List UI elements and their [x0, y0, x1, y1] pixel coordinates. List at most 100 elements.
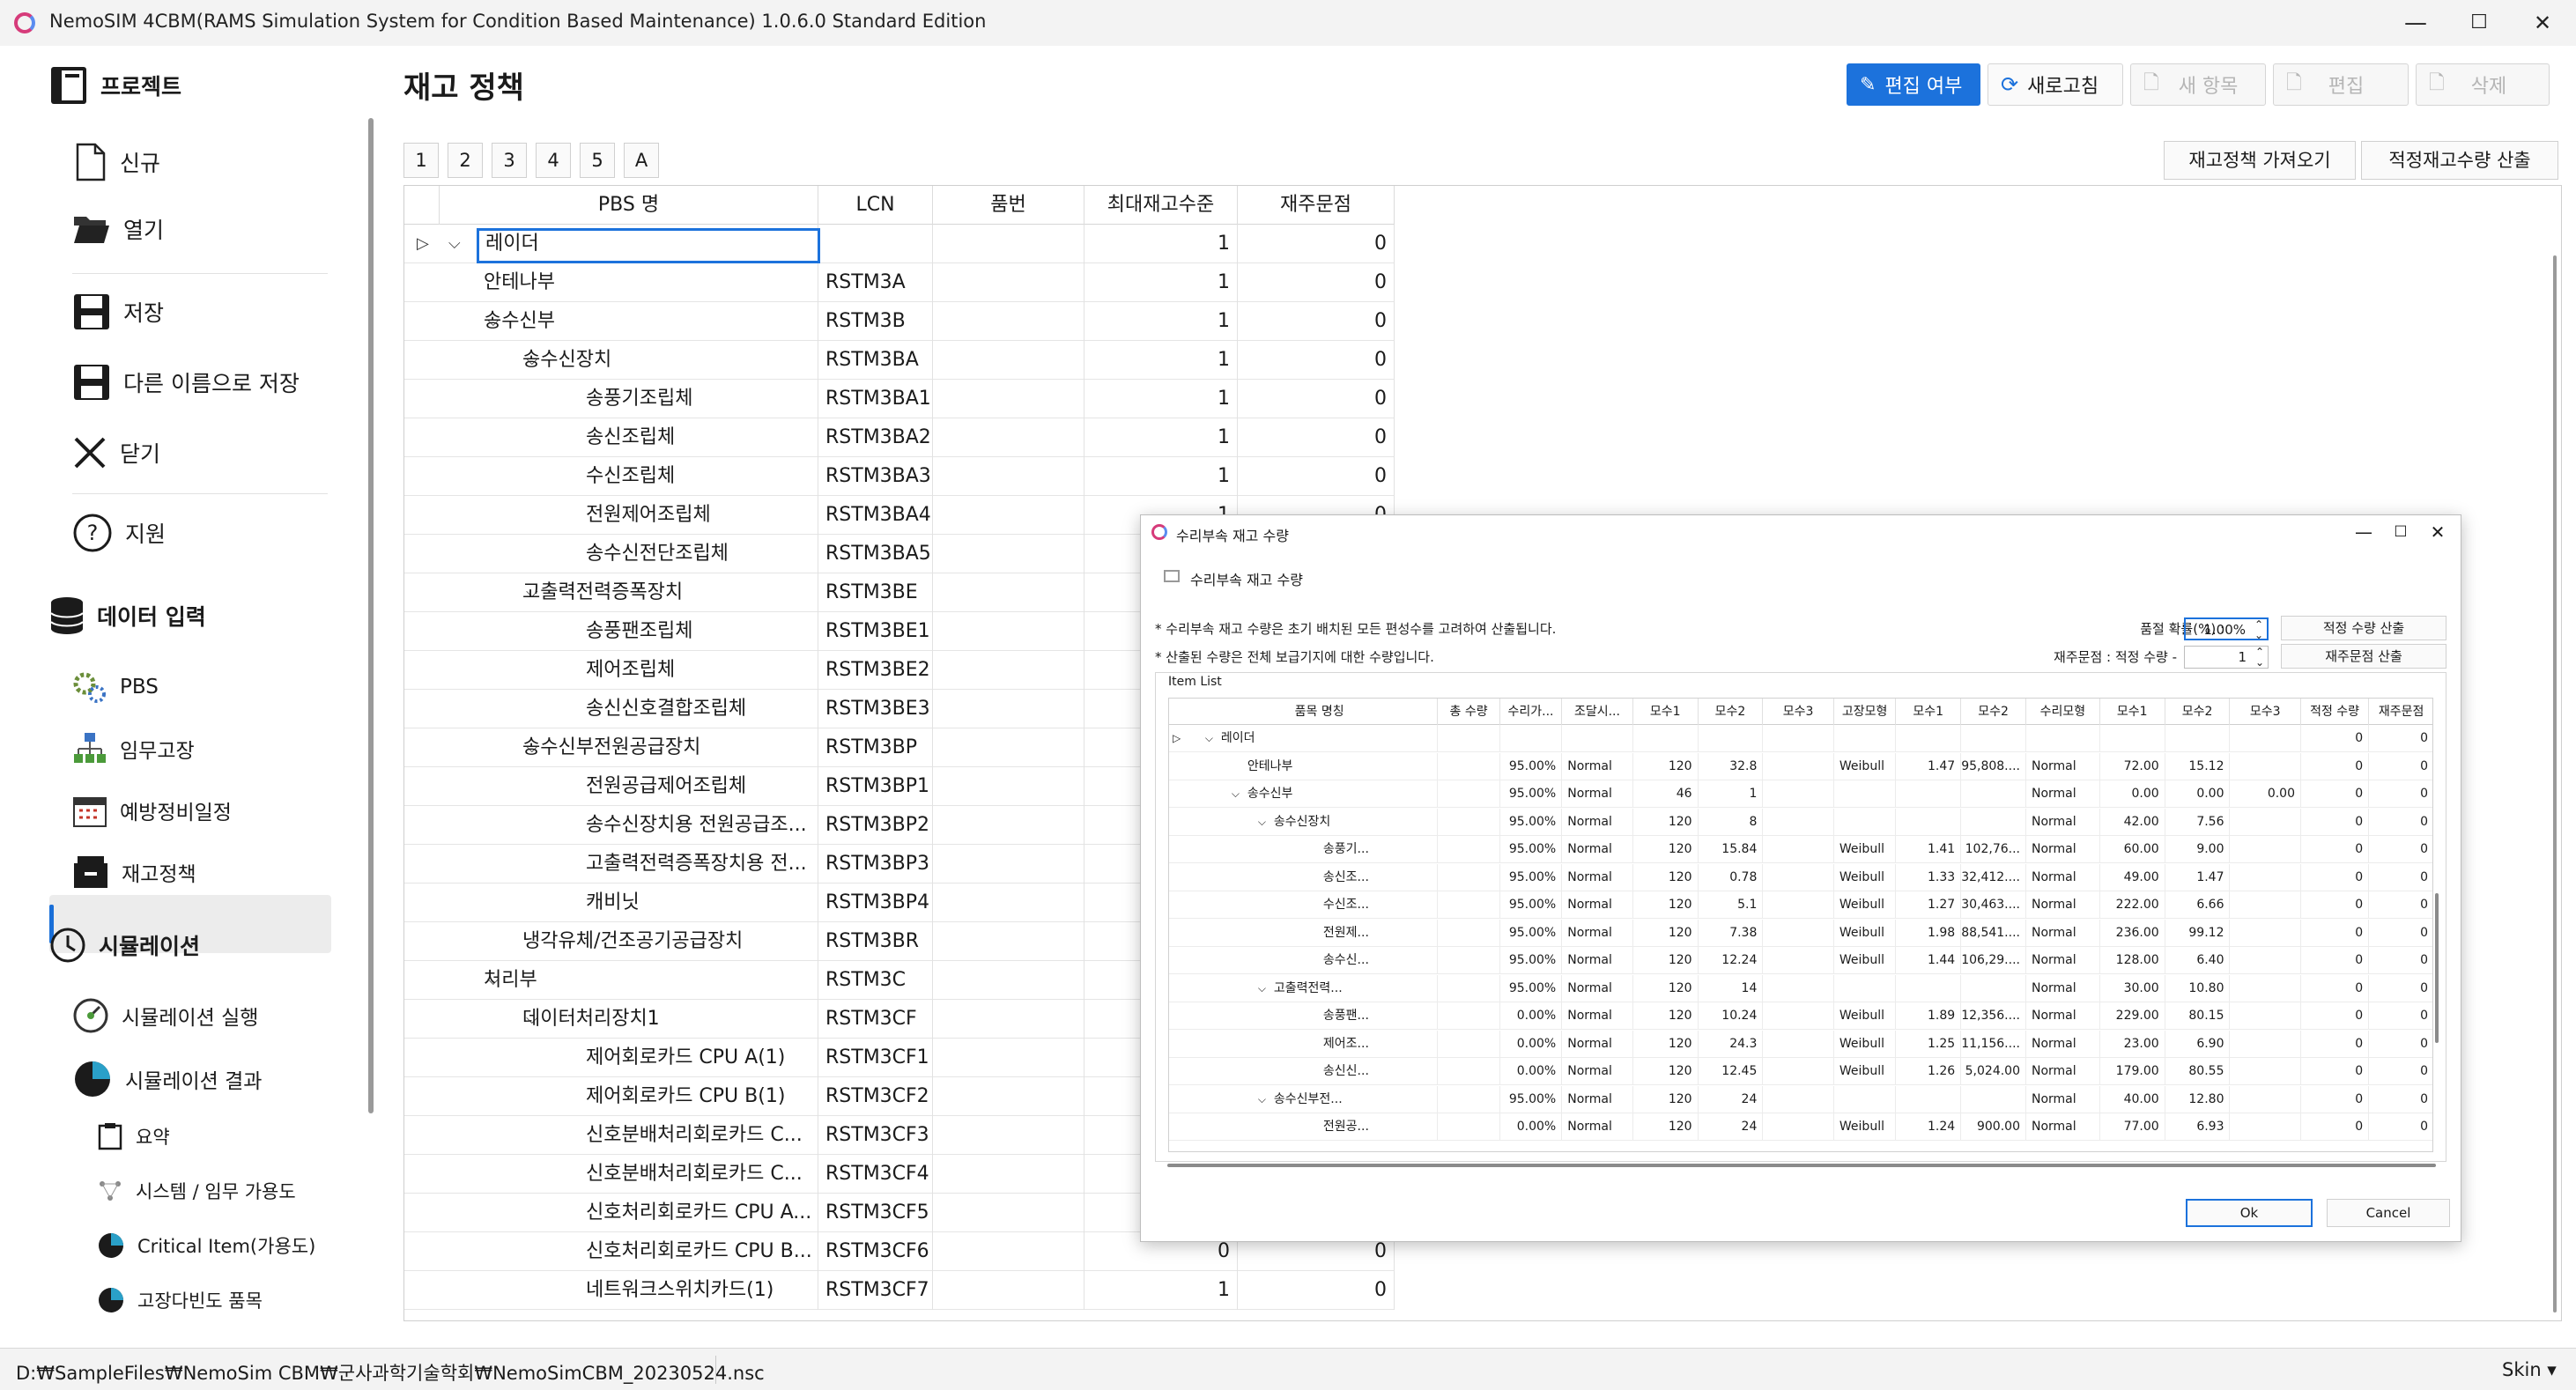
item-cell[interactable]: [1834, 780, 1897, 808]
cell-pbs-name[interactable]: 신호분배처리회로카드 C...: [440, 1155, 818, 1194]
item-cell[interactable]: [1763, 1030, 1834, 1058]
item-cell[interactable]: 0: [2369, 725, 2432, 752]
cell-lcn[interactable]: RSTM3CF3: [818, 1116, 933, 1155]
item-cell[interactable]: 0: [2369, 836, 2432, 863]
item-cell[interactable]: 95.00%: [1500, 891, 1563, 919]
minimize-button[interactable]: —: [2389, 4, 2442, 42]
item-cell[interactable]: Normal: [2026, 891, 2100, 919]
item-cell[interactable]: [1763, 863, 1834, 891]
item-cell[interactable]: [1699, 725, 1764, 752]
item-cell[interactable]: 0: [2301, 836, 2370, 863]
item-cell[interactable]: [1438, 1030, 1500, 1058]
item-cell[interactable]: 0: [2369, 1113, 2432, 1141]
item-cell[interactable]: 1.27: [1896, 891, 1962, 919]
item-cell[interactable]: Normal: [1562, 780, 1633, 808]
new-item-button[interactable]: 🗋 새 항목: [2130, 63, 2266, 106]
grid-scrollbar[interactable]: [2553, 255, 2557, 1312]
item-column-header[interactable]: 고장모형: [1834, 699, 1897, 725]
item-cell[interactable]: [1896, 780, 1962, 808]
column-header-pbs[interactable]: PBS 명: [440, 186, 818, 225]
item-row[interactable]: 송풍팬... 0.00% Normal 120 10.24 Weibull 1.89 12,3…: [1169, 1002, 2432, 1030]
item-column-header[interactable]: 모수1: [2100, 699, 2165, 725]
item-cell[interactable]: 1.26: [1896, 1058, 1962, 1085]
item-cell[interactable]: 0.00: [2100, 780, 2165, 808]
item-row[interactable]: 수신조... 95.00% Normal 120 5.1 Weibull 1.27 30,46…: [1169, 891, 2432, 919]
item-row[interactable]: 안테나부 95.00% Normal 120 32.8 Weibull 1.47 95,808…: [1169, 752, 2432, 780]
item-cell[interactable]: 0: [2301, 1030, 2370, 1058]
cell-lcn[interactable]: RSTM3C: [818, 961, 933, 1000]
item-column-header[interactable]: 모수2: [2165, 699, 2231, 725]
cell-lcn[interactable]: RSTM3BP4: [818, 884, 933, 922]
cell-lcn[interactable]: RSTM3BA3: [818, 457, 933, 496]
item-cell[interactable]: 95.00%: [1500, 919, 1563, 947]
cell-lcn[interactable]: RSTM3BP2: [818, 806, 933, 845]
cell-pbs-name[interactable]: 송수신전단조립체: [440, 535, 818, 573]
tab-1[interactable]: 1: [403, 143, 439, 178]
cell-lcn[interactable]: RSTM3CF1: [818, 1039, 933, 1077]
item-row[interactable]: 전원공... 0.00% Normal 120 24 Weibull 1.24 900.00 N…: [1169, 1113, 2432, 1141]
cell-lcn[interactable]: RSTM3BE: [818, 573, 933, 612]
cell-reorder[interactable]: 0: [1238, 457, 1395, 496]
item-cell[interactable]: [1438, 1002, 1500, 1030]
table-row[interactable]: 안테나부 RSTM3A 1 0: [404, 263, 1395, 302]
item-cell[interactable]: 179.00: [2100, 1058, 2165, 1085]
item-cell[interactable]: Normal: [1562, 891, 1633, 919]
item-cell[interactable]: 1.98: [1896, 919, 1962, 947]
cell-pbs-name[interactable]: 신호처리회로카드 CPU B...: [440, 1232, 818, 1271]
item-cell[interactable]: 120: [1633, 974, 1699, 1002]
item-cell[interactable]: [1438, 919, 1500, 947]
cell-lcn[interactable]: RSTM3BA: [818, 341, 933, 380]
cell-pn[interactable]: [933, 884, 1084, 922]
cell-pn[interactable]: [933, 612, 1084, 651]
cell-pn[interactable]: [933, 341, 1084, 380]
item-cell[interactable]: [1834, 1085, 1897, 1113]
cell-lcn[interactable]: RSTM3BE3: [818, 690, 933, 728]
column-header-pn[interactable]: 품번: [933, 186, 1084, 225]
item-row[interactable]: 송수신... 95.00% Normal 120 12.24 Weibull 1.44 106…: [1169, 947, 2432, 974]
item-cell[interactable]: [1763, 974, 1834, 1002]
sidebar-item-mission[interactable]: 임무고장: [72, 731, 195, 766]
cell-pn[interactable]: [933, 1232, 1084, 1271]
item-cell[interactable]: 77.00: [2100, 1113, 2165, 1141]
item-cell[interactable]: [1763, 808, 1834, 836]
item-cell[interactable]: Normal: [2026, 863, 2100, 891]
item-cell[interactable]: 8: [1699, 808, 1764, 836]
item-cell[interactable]: 95.00%: [1500, 808, 1563, 836]
item-cell[interactable]: [1834, 808, 1897, 836]
item-cell[interactable]: [1633, 725, 1699, 752]
item-cell[interactable]: 1.33: [1896, 863, 1962, 891]
cell-pn[interactable]: [933, 1116, 1084, 1155]
item-cell[interactable]: [1763, 919, 1834, 947]
item-name-cell[interactable]: 전원공...: [1202, 1113, 1439, 1141]
cell-max-stock[interactable]: 1: [1084, 341, 1238, 380]
item-cell[interactable]: 14: [1699, 974, 1764, 1002]
sidebar-item-sim-result[interactable]: 시뮬레이션 결과: [72, 1059, 262, 1099]
item-cell[interactable]: Normal: [1562, 1085, 1633, 1113]
item-cell[interactable]: [2230, 863, 2301, 891]
item-cell[interactable]: [1438, 725, 1500, 752]
tab-3[interactable]: 3: [492, 143, 527, 178]
item-cell[interactable]: 1: [1699, 780, 1764, 808]
item-row[interactable]: ▷ ⌵ 레이더 0 0: [1169, 725, 2432, 752]
item-cell[interactable]: 6.93: [2165, 1113, 2231, 1141]
item-cell[interactable]: 5,024.00: [1961, 1058, 2026, 1085]
cell-pbs-name[interactable]: ⌵ 송수신부: [440, 302, 818, 341]
item-cell[interactable]: [1562, 725, 1633, 752]
item-cell[interactable]: [1438, 863, 1500, 891]
item-row[interactable]: 제어조... 0.00% Normal 120 24.3 Weibull 1.25 11,15…: [1169, 1030, 2432, 1058]
item-cell[interactable]: 120: [1633, 808, 1699, 836]
item-cell[interactable]: [2230, 919, 2301, 947]
item-grid-vscroll[interactable]: [2435, 893, 2439, 1043]
cell-lcn[interactable]: RSTM3CF7: [818, 1271, 933, 1310]
maximize-button[interactable]: ☐: [2453, 4, 2506, 42]
item-cell[interactable]: 102,76...: [1961, 836, 2026, 863]
cell-pbs-name[interactable]: ⌵ 데이터처리장치1: [440, 1000, 818, 1039]
item-cell[interactable]: 0: [2369, 1058, 2432, 1085]
item-cell[interactable]: [2100, 725, 2165, 752]
item-cell[interactable]: 30.00: [2100, 974, 2165, 1002]
cell-pbs-name[interactable]: 송신조립체: [440, 418, 818, 457]
cell-lcn[interactable]: [818, 225, 933, 263]
sidebar-item-sim-run[interactable]: 시뮬레이션 실행: [72, 997, 258, 1034]
item-cell[interactable]: 15.12: [2165, 752, 2231, 780]
cell-lcn[interactable]: RSTM3BP3: [818, 845, 933, 884]
